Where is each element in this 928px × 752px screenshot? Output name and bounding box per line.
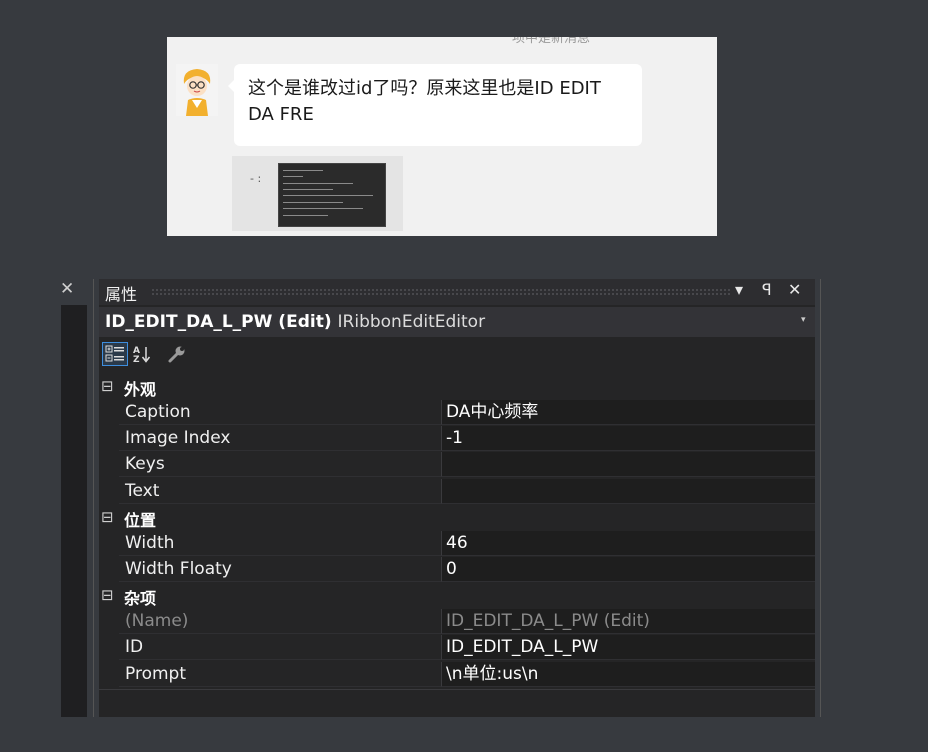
collapse-icon[interactable]: ⊟ [101,586,114,604]
panel-titlebar[interactable]: 属性 ▾ ꟼ ✕ [99,279,815,305]
pin-icon[interactable]: ꟼ [762,280,772,299]
avatar [176,64,218,116]
property-name: Text [119,479,441,504]
property-row[interactable]: Width 46 [99,530,815,557]
alphabetical-icon[interactable]: A Z [130,343,154,365]
category-label: 位置 [124,510,157,530]
property-row[interactable]: Width Floaty 0 [99,556,815,583]
property-name: Keys [119,452,441,478]
property-name: (Name) [119,609,441,635]
property-name: ID [119,635,441,661]
property-row[interactable]: Text [99,478,815,505]
left-dock-strip [61,305,87,717]
cut-off-text: 项中是新消息 [512,37,591,46]
thumb-text: - : [250,172,262,185]
chat-screenshot: 项中是新消息 这个是谁改过id了吗？原来这里也是ID EDIT DA FRE -… [167,37,717,236]
object-name: ID_EDIT_DA_L_PW (Edit) [105,312,332,332]
collapse-icon[interactable]: ⊟ [101,508,114,526]
titlebar-grip [151,288,731,296]
panel-divider [93,279,94,717]
property-value[interactable]: 0 [441,556,815,582]
property-row[interactable]: Caption DA中心频率 [99,400,815,426]
property-value[interactable]: DA中心频率 [441,400,815,425]
property-name: Caption [119,400,441,425]
property-name: Width [119,531,441,556]
property-value[interactable] [441,478,815,504]
property-name: Width Floaty [119,557,441,582]
chat-message-bubble: 这个是谁改过id了吗？原来这里也是ID EDIT DA FRE [228,64,642,146]
collapse-icon[interactable]: ⊟ [101,377,114,395]
dropdown-arrow-icon[interactable]: ▾ [735,280,743,299]
panel-toolbar: A Z [99,339,815,369]
property-value[interactable]: ID_EDIT_DA_L_PW (Edit) [441,609,815,635]
object-type: IRibbonEditEditor [337,312,486,332]
panel-title: 属性 [105,285,138,304]
close-icon[interactable]: ✕ [788,280,801,299]
category-label: 杂项 [124,589,157,609]
property-value[interactable]: ID_EDIT_DA_L_PW [441,635,815,661]
object-selector[interactable]: ID_EDIT_DA_L_PW (Edit) IRibbonEditEditor… [99,307,815,337]
categorized-icon[interactable] [102,342,128,366]
property-value[interactable]: 46 [441,530,815,556]
category-row[interactable]: ⊟ 杂项 [99,583,815,609]
property-row[interactable]: ID ID_EDIT_DA_L_PW [99,635,815,661]
close-icon[interactable]: ✕ [60,279,80,299]
panel-divider-right [820,279,821,717]
chevron-down-icon[interactable]: ▾ [801,315,806,325]
property-name: Image Index [119,426,441,452]
property-row[interactable]: Image Index -1 [99,426,815,452]
property-value[interactable]: -1 [441,426,815,452]
svg-text:Z: Z [133,355,140,365]
thumbnail-preview [278,163,386,227]
property-value[interactable]: \n单位:us\n [441,661,815,687]
property-row[interactable]: (Name) ID_EDIT_DA_L_PW (Edit) [99,609,815,635]
property-value[interactable] [441,452,815,478]
properties-panel: 属性 ▾ ꟼ ✕ ID_EDIT_DA_L_PW (Edit) IRibbonE… [99,279,815,717]
property-row[interactable]: Prompt \n单位:us\n [99,661,815,688]
category-row[interactable]: ⊟ 位置 [99,505,815,531]
object-name-line: ID_EDIT_DA_L_PW (Edit) IRibbonEditEditor [105,312,485,332]
property-name: Prompt [119,662,441,687]
category-label: 外观 [124,380,157,399]
image-thumbnail[interactable]: - : [232,156,403,231]
description-area [99,689,815,717]
property-row[interactable]: Keys [99,452,815,478]
category-row[interactable]: ⊟ 外观 [99,374,815,400]
wrench-icon[interactable] [165,343,189,365]
property-grid: ⊟ 外观 Caption DA中心频率 Image Index -1 Keys Text ⊟ 位置… [99,374,815,688]
